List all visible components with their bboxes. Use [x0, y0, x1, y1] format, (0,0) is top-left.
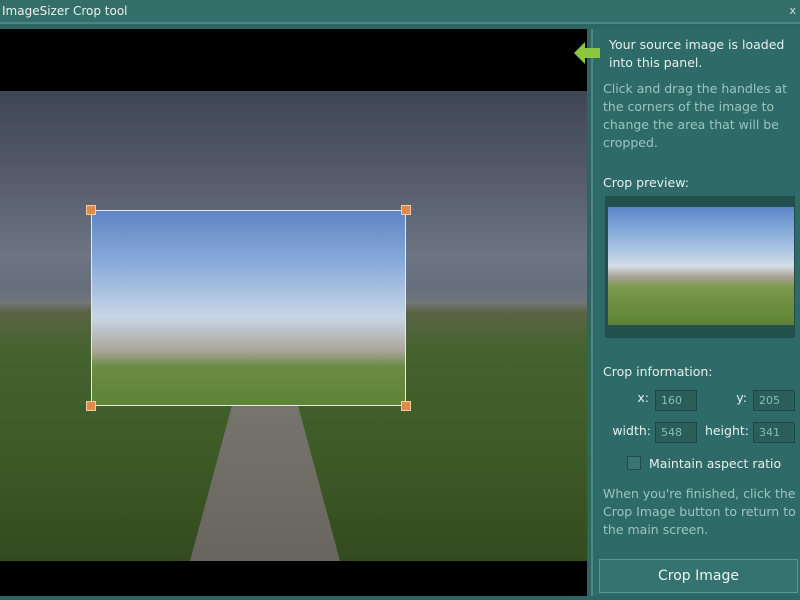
crop-handle-bottom-right[interactable]	[401, 401, 411, 411]
height-field[interactable]	[753, 422, 795, 443]
crop-selection[interactable]	[86, 205, 411, 411]
maintain-aspect-label: Maintain aspect ratio	[649, 456, 782, 471]
height-label: height:	[704, 423, 749, 438]
crop-info-label: Crop information:	[603, 364, 713, 379]
width-label: width:	[612, 423, 651, 438]
x-field[interactable]	[655, 390, 697, 411]
crop-handle-top-right[interactable]	[401, 205, 411, 215]
crop-handle-top-left[interactable]	[86, 205, 96, 215]
finish-text: When you're finished, click the Crop Ima…	[603, 486, 796, 537]
preview-label: Crop preview:	[603, 175, 689, 190]
title-bar: ImageSizer Crop tool x	[0, 0, 800, 24]
arrow-left-icon	[574, 42, 600, 64]
maintain-aspect-checkbox[interactable]	[627, 456, 641, 470]
preview-image	[608, 207, 794, 325]
window-title: ImageSizer Crop tool	[2, 4, 128, 18]
crop-image-button[interactable]: Crop Image	[599, 559, 798, 593]
width-field[interactable]	[655, 422, 697, 443]
intro-text: Your source image is loaded into this pa…	[609, 37, 785, 70]
crop-preview	[605, 196, 795, 338]
y-label: y:	[736, 390, 747, 405]
image-panel	[0, 29, 587, 596]
x-label: x:	[637, 390, 649, 405]
close-button[interactable]: x	[789, 0, 796, 22]
info-panel: Your source image is loaded into this pa…	[591, 29, 800, 596]
y-field[interactable]	[753, 390, 795, 411]
instructions-text: Click and drag the handles at the corner…	[603, 81, 788, 150]
source-image	[0, 91, 587, 561]
crop-handle-bottom-left[interactable]	[86, 401, 96, 411]
